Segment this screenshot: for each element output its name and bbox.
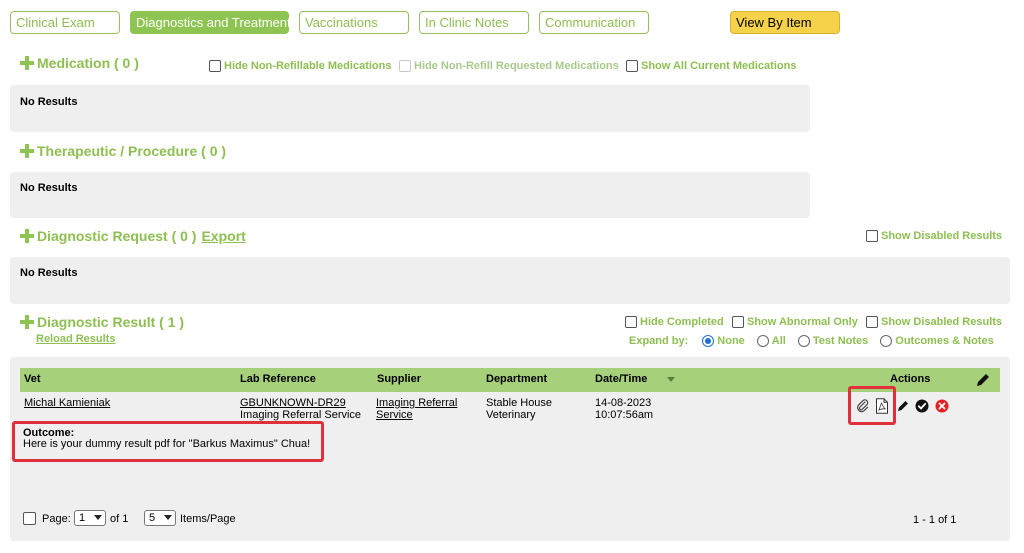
items-per-page-label: Items/Page (180, 513, 236, 525)
therapeutic-results-panel: No Results (10, 172, 810, 218)
time-text: 10:07:56am (595, 409, 654, 421)
outcome-highlight-box (12, 421, 324, 462)
supplier-link-line2[interactable]: Service (376, 409, 413, 421)
hide-non-refill-requested-checkbox: Hide Non-Refill Requested Medications (399, 60, 619, 72)
row-lab-reference: GBUNKNOWN-DR29 Imaging Referral Service (240, 397, 361, 421)
plus-icon[interactable] (20, 315, 34, 329)
chevron-down-icon (164, 515, 172, 520)
medication-title: Medication ( 0 ) (37, 55, 139, 71)
radio-all[interactable] (756, 335, 769, 347)
checkbox-icon[interactable] (626, 60, 638, 72)
col-department[interactable]: Department (486, 373, 547, 385)
sort-desc-icon[interactable] (667, 377, 675, 382)
radio-test-notes-label: Test Notes (812, 335, 869, 347)
pager-summary: 1 - 1 of 1 (913, 514, 957, 526)
reload-results-link[interactable]: Reload Results (36, 333, 115, 345)
items-select-value: 5 (149, 512, 156, 524)
diagnostic-result-header[interactable]: Diagnostic Result ( 1 ) (20, 314, 184, 330)
department-line1: Stable House (486, 397, 553, 409)
plus-icon[interactable] (20, 56, 34, 70)
medication-header[interactable]: Medication ( 0 ) (20, 55, 139, 71)
supplier-link-line1[interactable]: Imaging Referral (376, 397, 457, 409)
therapeutic-title: Therapeutic / Procedure ( 0 ) (37, 143, 227, 159)
delete-icon[interactable] (935, 399, 949, 413)
no-results-text: No Results (20, 182, 78, 194)
checkbox-icon (399, 60, 411, 72)
therapeutic-header[interactable]: Therapeutic / Procedure ( 0 ) (20, 143, 226, 159)
radio-outcomes-notes[interactable] (880, 335, 893, 347)
row-date-time: 14-08-2023 10:07:56am (595, 397, 653, 421)
hide-non-refillable-label: Hide Non-Refillable Medications (224, 60, 392, 72)
vet-link[interactable]: Michal Kamieniak (24, 397, 110, 409)
tab-communication[interactable]: Communication (539, 11, 649, 34)
export-link[interactable]: Export (201, 228, 245, 244)
show-disabled-results-request-checkbox[interactable]: Show Disabled Results (866, 230, 1002, 242)
show-all-current-medications-checkbox[interactable]: Show All Current Medications (626, 60, 796, 72)
diagnostic-request-results-panel: No Results (10, 257, 1010, 304)
row-department: Stable House Veterinary (486, 397, 552, 421)
page-label: Page: (42, 513, 71, 525)
checkbox-icon[interactable] (866, 230, 878, 242)
of-pages-label: of 1 (110, 513, 129, 525)
checkbox-icon[interactable] (625, 316, 637, 328)
checkbox-icon[interactable] (732, 316, 744, 328)
no-results-text: No Results (20, 267, 78, 279)
tab-clinical-exam[interactable]: Clinical Exam (10, 11, 120, 34)
complete-check-icon[interactable] (915, 399, 929, 413)
tab-in-clinic-notes[interactable]: In Clinic Notes (419, 11, 529, 34)
page-select-value: 1 (79, 512, 86, 524)
chevron-down-icon (94, 515, 102, 520)
show-all-current-label: Show All Current Medications (641, 60, 797, 72)
diagnostic-request-header[interactable]: Diagnostic Request ( 0 ) Export (20, 228, 246, 244)
show-disabled-results-checkbox[interactable]: Show Disabled Results (866, 316, 1002, 328)
expand-by-label: Expand by: (629, 335, 689, 347)
no-results-text: No Results (20, 96, 78, 108)
radio-none[interactable] (702, 335, 715, 347)
radio-none-label: None (717, 335, 745, 347)
attachments-highlight-box (848, 386, 896, 425)
col-actions: Actions (890, 373, 931, 385)
edit-columns-icon[interactable] (974, 371, 992, 389)
row-supplier[interactable]: Imaging Referral Service (376, 397, 457, 421)
radio-outcomes-notes-label: Outcomes & Notes (895, 335, 994, 347)
hide-completed-label: Hide Completed (640, 316, 724, 328)
plus-icon[interactable] (20, 144, 34, 158)
checkbox-icon[interactable] (866, 316, 878, 328)
row-vet[interactable]: Michal Kamieniak (24, 397, 110, 409)
lab-reference-sub: Imaging Referral Service (240, 409, 362, 421)
lab-reference-link[interactable]: GBUNKNOWN-DR29 (240, 397, 346, 409)
show-abnormal-label: Show Abnormal Only (747, 316, 858, 328)
date-text: 14-08-2023 (595, 397, 652, 409)
diagnostic-result-title: Diagnostic Result ( 1 ) (37, 314, 185, 330)
hide-non-refillable-checkbox[interactable]: Hide Non-Refillable Medications (209, 60, 391, 72)
show-disabled-label: Show Disabled Results (881, 316, 1003, 328)
select-all-checkbox[interactable] (23, 512, 36, 525)
radio-test-notes[interactable] (797, 335, 810, 347)
edit-icon[interactable] (896, 399, 910, 413)
view-by-item-button[interactable]: View By Item (730, 11, 840, 34)
show-disabled-label: Show Disabled Results (881, 230, 1003, 242)
diagnostic-request-title: Diagnostic Request ( 0 ) (37, 228, 197, 244)
col-supplier[interactable]: Supplier (377, 373, 421, 385)
plus-icon[interactable] (20, 229, 34, 243)
page-select[interactable]: 1 (74, 510, 106, 526)
col-date-time[interactable]: Date/Time (595, 373, 647, 385)
col-vet[interactable]: Vet (24, 373, 41, 385)
hide-non-refill-requested-label: Hide Non-Refill Requested Medications (414, 60, 619, 72)
tab-diagnostics-and-treatments[interactable]: Diagnostics and Treatments (130, 11, 297, 34)
medication-results-panel: No Results (10, 85, 810, 132)
checkbox-icon[interactable] (209, 60, 221, 72)
hide-completed-checkbox[interactable]: Hide Completed (625, 316, 724, 328)
expand-by-group: Expand by: None All Test Notes Outcomes … (629, 335, 994, 347)
department-line2: Veterinary (486, 409, 536, 421)
col-lab-reference[interactable]: Lab Reference (240, 373, 316, 385)
tab-vaccinations[interactable]: Vaccinations (299, 11, 409, 34)
radio-all-label: All (771, 335, 786, 347)
show-abnormal-only-checkbox[interactable]: Show Abnormal Only (732, 316, 858, 328)
items-per-page-select[interactable]: 5 (144, 510, 176, 526)
